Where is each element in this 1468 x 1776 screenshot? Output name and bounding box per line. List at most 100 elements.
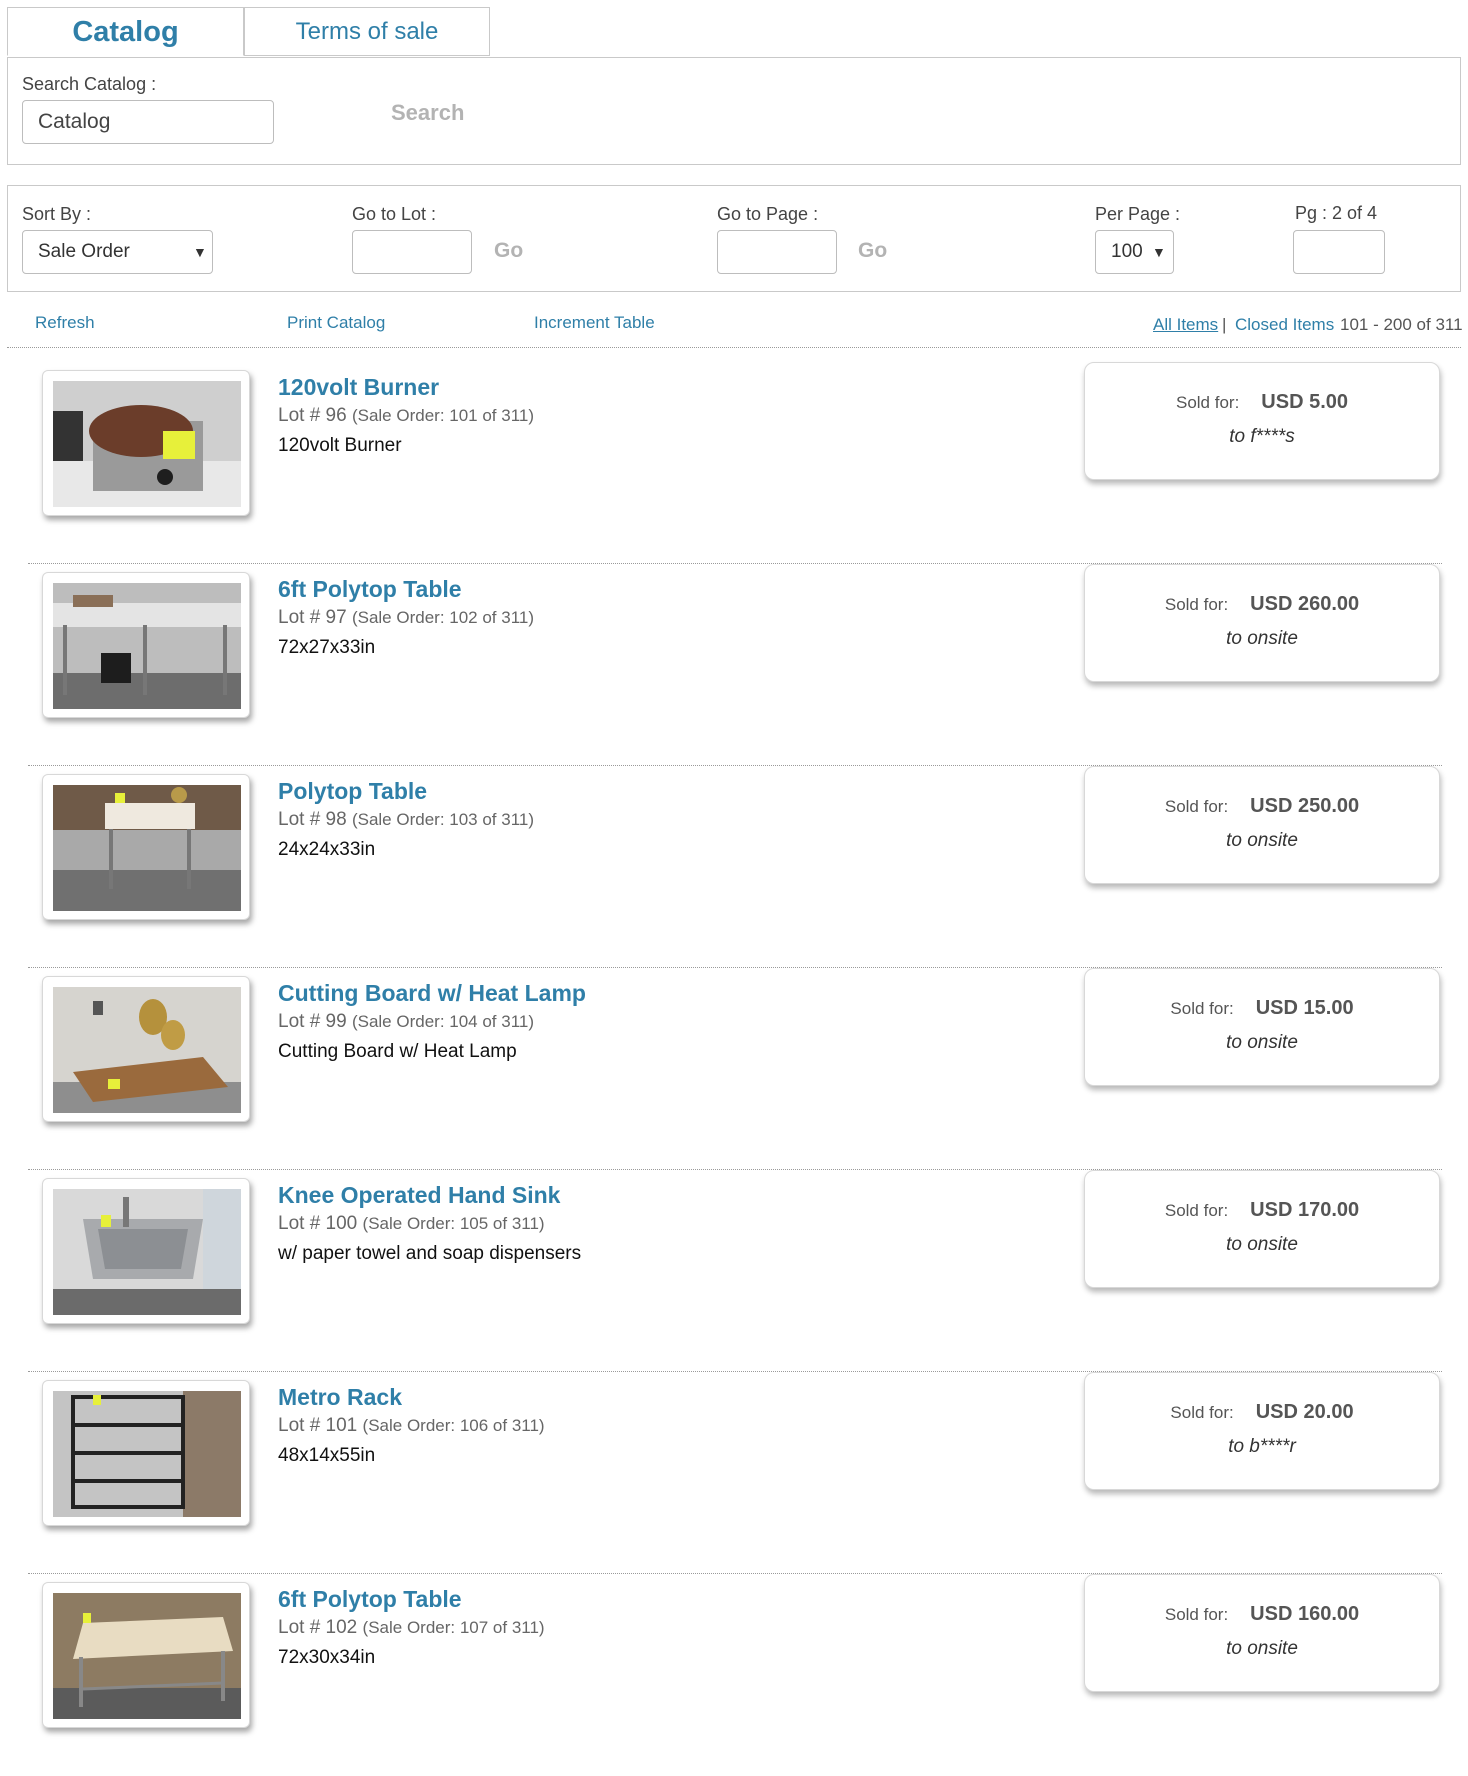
item-description: 72x27x33in (278, 637, 376, 658)
results-range: 101 - 200 of 311 (1340, 315, 1463, 334)
sold-box: Sold for: USD 170.00 to onsite (1084, 1170, 1440, 1288)
sold-for-label: Sold for: (1164, 797, 1229, 816)
sold-for-label: Sold for: (1164, 595, 1229, 614)
search-button[interactable]: Search (391, 100, 464, 126)
item-photo[interactable] (42, 1178, 250, 1324)
go-to-lot-label: Go to Lot : (352, 204, 437, 224)
buyer: to b****r (1228, 1436, 1296, 1457)
sold-price: USD 5.00 (1261, 391, 1349, 413)
lot-number: Lot # 96 (Sale Order: 101 of 311) (278, 405, 534, 427)
go-to-page-input[interactable] (717, 230, 837, 274)
buyer: to onsite (1226, 1032, 1298, 1053)
sort-by-label: Sort By : (22, 204, 92, 224)
tab-catalog[interactable]: Catalog (7, 7, 244, 56)
lot-label: Lot # 100 (278, 1213, 358, 1234)
go-to-lot-button[interactable]: Go (494, 239, 523, 263)
sale-order: (Sale Order: 102 of 311) (351, 608, 535, 627)
sold-for-label: Sold for: (1170, 1403, 1234, 1422)
item-title-link[interactable]: Metro Rack (278, 1384, 402, 1411)
item-title-link[interactable]: 6ft Polytop Table (278, 1586, 462, 1613)
sold-box: Sold for: USD 260.00 to onsite (1084, 564, 1440, 682)
buyer: to onsite (1226, 628, 1298, 649)
sale-order: (Sale Order: 103 of 311) (351, 810, 535, 829)
search-panel: Search Catalog : Search (7, 57, 1461, 165)
dropdown-arrow-icon: ▼ (1152, 244, 1166, 260)
item-title-link[interactable]: Knee Operated Hand Sink (278, 1182, 560, 1209)
dropdown-arrow-icon: ▼ (193, 244, 207, 260)
sold-box: Sold for: USD 250.00 to onsite (1084, 766, 1440, 884)
sold-for-label: Sold for: (1170, 999, 1234, 1018)
filter-panel: Sort By : Sale Order ▼ Go to Lot : Go Go… (7, 185, 1461, 292)
item-photo[interactable] (42, 1582, 250, 1728)
item-description: 72x30x34in (278, 1647, 376, 1668)
sale-order: (Sale Order: 106 of 311) (362, 1416, 545, 1435)
search-catalog-label: Search Catalog : (22, 74, 157, 94)
print-catalog-link[interactable]: Print Catalog (287, 313, 385, 333)
sold-price: USD 20.00 (1255, 1401, 1354, 1423)
list-item: Metro Rack Lot # 101 (Sale Order: 106 of… (28, 1372, 1442, 1574)
item-title-link[interactable]: 6ft Polytop Table (278, 576, 462, 603)
item-description: 120volt Burner (278, 435, 402, 456)
sold-price: USD 260.00 (1250, 593, 1360, 615)
item-photo[interactable] (42, 774, 250, 920)
all-items-link[interactable]: All Items (1153, 315, 1218, 335)
lot-number: Lot # 97 (Sale Order: 102 of 311) (278, 607, 534, 629)
sold-box: Sold for: USD 160.00 to onsite (1084, 1574, 1440, 1692)
go-to-page-button[interactable]: Go (858, 239, 887, 263)
sold-price: USD 15.00 (1255, 997, 1354, 1019)
sale-order: (Sale Order: 105 of 311) (362, 1214, 545, 1233)
per-page-select[interactable]: 100 ▼ (1095, 230, 1174, 274)
hand-sink-photo (53, 1189, 241, 1315)
list-item: 6ft Polytop Table Lot # 102 (Sale Order:… (28, 1574, 1442, 1776)
polytop-table-photo (53, 785, 241, 911)
list-item: Knee Operated Hand Sink Lot # 100 (Sale … (28, 1170, 1442, 1372)
lot-label: Lot # 99 (278, 1011, 347, 1032)
per-page-value: 100 (1111, 241, 1143, 262)
go-to-page-label: Go to Page : (717, 204, 819, 224)
item-title-link[interactable]: Polytop Table (278, 778, 427, 805)
cutting-board-photo (53, 987, 241, 1113)
item-photo[interactable] (42, 1380, 250, 1526)
lot-number: Lot # 101 (Sale Order: 106 of 311) (278, 1415, 545, 1437)
sold-price: USD 250.00 (1250, 795, 1360, 817)
increment-table-link[interactable]: Increment Table (534, 313, 655, 333)
per-page-label: Per Page : (1095, 204, 1181, 224)
lot-label: Lot # 101 (278, 1415, 358, 1436)
tab-bar: Catalog Terms of sale (7, 7, 1461, 57)
sale-order: (Sale Order: 101 of 311) (351, 406, 535, 425)
closed-items-link[interactable]: Closed Items (1235, 315, 1334, 335)
item-title-link[interactable]: Cutting Board w/ Heat Lamp (278, 980, 586, 1007)
buyer: to onsite (1226, 1234, 1298, 1255)
buyer: to f****s (1229, 426, 1295, 447)
sold-box: Sold for: USD 20.00 to b****r (1084, 1372, 1440, 1490)
sold-price: USD 160.00 (1250, 1603, 1360, 1625)
sold-for-label: Sold for: (1175, 393, 1240, 412)
go-to-lot-input[interactable] (352, 230, 472, 274)
refresh-link[interactable]: Refresh (35, 313, 95, 333)
table-photo (53, 583, 241, 709)
page-number-input[interactable] (1293, 230, 1385, 274)
item-description: 48x14x55in (278, 1445, 376, 1466)
item-title-link[interactable]: 120volt Burner (278, 374, 439, 401)
buyer: to onsite (1226, 830, 1298, 851)
sort-by-select[interactable]: Sale Order ▼ (22, 230, 213, 274)
list-item: Polytop Table Lot # 98 (Sale Order: 103 … (28, 766, 1442, 968)
link-separator: | (1222, 315, 1227, 334)
item-photo[interactable] (42, 976, 250, 1122)
item-description: w/ paper towel and soap dispensers (278, 1243, 582, 1264)
item-photo[interactable] (42, 370, 250, 516)
sort-by-value: Sale Order (38, 241, 130, 262)
burner-photo (53, 381, 241, 507)
item-photo[interactable] (42, 572, 250, 718)
toolbar-divider (7, 347, 1461, 348)
sale-order: (Sale Order: 104 of 311) (351, 1012, 535, 1031)
search-input[interactable] (22, 100, 274, 144)
lot-label: Lot # 102 (278, 1617, 358, 1638)
list-item: 120volt Burner Lot # 96 (Sale Order: 101… (28, 362, 1442, 564)
list-item: Cutting Board w/ Heat Lamp Lot # 99 (Sal… (28, 968, 1442, 1170)
list-item: 6ft Polytop Table Lot # 97 (Sale Order: … (28, 564, 1442, 766)
item-description: 24x24x33in (278, 839, 376, 860)
tab-terms-of-sale[interactable]: Terms of sale (244, 7, 490, 56)
sold-box: Sold for: USD 15.00 to onsite (1084, 968, 1440, 1086)
sold-for-label: Sold for: (1164, 1201, 1229, 1220)
